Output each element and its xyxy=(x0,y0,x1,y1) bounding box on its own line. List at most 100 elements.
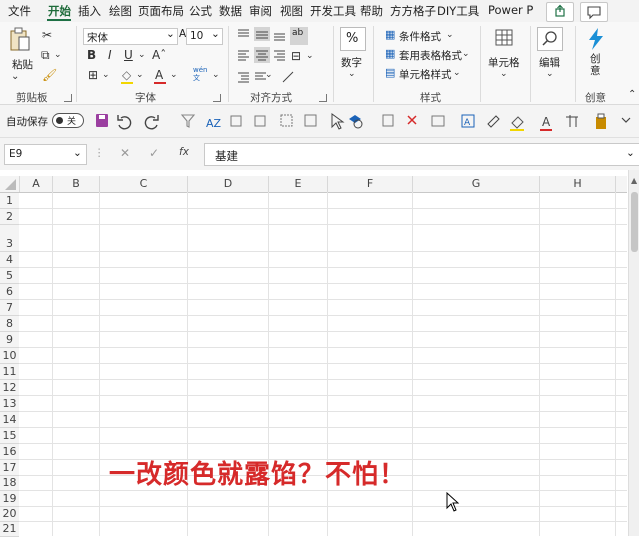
font-color-dropdown-icon[interactable]: ⌄ xyxy=(170,68,178,82)
menu-diy[interactable]: DIY工具 xyxy=(437,3,479,19)
row-header-16[interactable]: 16 xyxy=(0,444,19,460)
scrollbar-thumb[interactable] xyxy=(631,192,638,252)
cut-icon[interactable]: ✂ xyxy=(42,28,52,42)
font-name-select[interactable]: 宋体 ⌄ xyxy=(83,28,178,45)
row-header-6[interactable]: 6 xyxy=(0,284,19,300)
orientation-dropdown-icon[interactable]: ⌄ xyxy=(265,68,273,82)
menu-power[interactable]: Power P xyxy=(488,3,533,17)
border-dropdown-icon[interactable]: ⌄ xyxy=(102,68,110,82)
row-header-14[interactable]: 14 xyxy=(0,412,19,428)
cells-icon xyxy=(495,29,513,46)
comments-button[interactable] xyxy=(580,2,608,22)
column-header-h[interactable]: H xyxy=(540,176,616,192)
fill-dropdown-icon[interactable]: ⌄ xyxy=(136,68,144,82)
row-header-10[interactable]: 10 xyxy=(0,348,19,364)
vertical-scrollbar[interactable]: ▲ xyxy=(628,170,639,536)
row-header-12[interactable]: 12 xyxy=(0,380,19,396)
merge-dropdown-icon[interactable]: ⌄ xyxy=(306,49,314,63)
italic-button[interactable]: I xyxy=(108,48,112,62)
row-header-9[interactable]: 9 xyxy=(0,332,19,348)
scroll-up-icon[interactable]: ▲ xyxy=(631,176,637,185)
number-dropdown-icon[interactable]: ⌄ xyxy=(348,67,356,81)
font-color-button[interactable]: A xyxy=(155,68,163,82)
select-all-corner[interactable] xyxy=(0,176,20,192)
clipboard-launcher-icon[interactable] xyxy=(64,94,72,102)
cancel-icon[interactable]: ✕ xyxy=(120,146,130,160)
menu-home[interactable]: 开始 xyxy=(48,3,71,19)
row-header-15[interactable]: 15 xyxy=(0,428,19,444)
alignment-launcher-icon[interactable] xyxy=(319,94,327,102)
row-header-2[interactable]: 2 xyxy=(0,209,19,225)
menu-page-layout[interactable]: 页面布局 xyxy=(138,3,184,19)
menu-data[interactable]: 数据 xyxy=(219,3,242,19)
format-as-table-button[interactable]: 套用表格格式 xyxy=(399,48,462,63)
menu-draw[interactable]: 绘图 xyxy=(109,3,132,19)
font-size-select[interactable]: 10 ⌄ xyxy=(186,28,223,45)
editing-dropdown-icon[interactable]: ⌄ xyxy=(546,67,554,81)
paste-dropdown-icon[interactable]: ⌄ xyxy=(11,70,19,84)
copy-icon[interactable]: ⧉ xyxy=(41,48,50,62)
menu-ffgz[interactable]: 方方格子 xyxy=(390,3,436,19)
underline-button[interactable]: U xyxy=(124,48,133,62)
chevron-down-icon[interactable]: ⌄ xyxy=(446,28,454,42)
menu-review[interactable]: 审阅 xyxy=(249,3,272,19)
collapse-ribbon-icon[interactable]: ⌃ xyxy=(628,88,636,102)
increase-font-icon[interactable]: Aˆ xyxy=(152,48,166,62)
menu-formulas[interactable]: 公式 xyxy=(189,3,212,19)
conditional-format-button[interactable]: 条件格式 xyxy=(399,29,441,44)
column-header-g[interactable]: G xyxy=(413,176,540,192)
copy-dropdown-icon[interactable]: ⌄ xyxy=(54,48,62,62)
column-header-b[interactable]: B xyxy=(53,176,100,192)
row-header-13[interactable]: 13 xyxy=(0,396,19,412)
column-header-f[interactable]: F xyxy=(328,176,413,192)
wrap-text-button[interactable]: ab xyxy=(290,27,308,45)
row-header-19[interactable]: 19 xyxy=(0,491,19,507)
phonetic-icon[interactable]: wén 文 xyxy=(193,66,207,82)
font-launcher-icon[interactable] xyxy=(213,94,221,102)
name-box[interactable]: E9 ⌄ xyxy=(4,144,87,165)
chevron-down-icon[interactable]: ⌄ xyxy=(453,66,461,80)
column-header-extra[interactable] xyxy=(616,176,627,192)
number-format-button[interactable]: % xyxy=(340,27,366,51)
chevron-down-icon[interactable]: ⌄ xyxy=(462,47,470,61)
column-header-d[interactable]: D xyxy=(188,176,269,192)
row-header-1[interactable]: 1 xyxy=(0,193,19,209)
border-icon[interactable]: ⊞ xyxy=(88,68,98,82)
menu-file[interactable]: 文件 xyxy=(8,3,31,19)
creative-button[interactable] xyxy=(585,27,607,51)
insert-function-button[interactable]: fx xyxy=(179,146,189,158)
menu-developer[interactable]: 开发工具 xyxy=(310,3,356,19)
row-header-17[interactable]: 17 xyxy=(0,460,19,476)
format-painter-icon[interactable]: 🖌 xyxy=(42,68,57,82)
menu-insert[interactable]: 插入 xyxy=(78,3,101,19)
enter-icon[interactable]: ✓ xyxy=(149,146,159,160)
share-button[interactable] xyxy=(546,2,574,22)
bold-button[interactable]: B xyxy=(87,48,96,62)
cell-styles-button[interactable]: 单元格样式 xyxy=(399,67,452,82)
phonetic-dropdown-icon[interactable]: ⌄ xyxy=(212,68,220,82)
fill-color-icon[interactable]: ◇ xyxy=(122,68,131,82)
menu-view[interactable]: 视图 xyxy=(280,3,303,19)
row-header-4[interactable]: 4 xyxy=(0,252,19,268)
row-header-7[interactable]: 7 xyxy=(0,300,19,316)
paste-button[interactable] xyxy=(8,26,32,54)
formula-input[interactable]: 基建 ⌄ xyxy=(204,143,639,166)
autosave-toggle[interactable]: 关 xyxy=(52,113,84,128)
underline-dropdown-icon[interactable]: ⌄ xyxy=(138,48,146,62)
row-header-21[interactable]: 21 xyxy=(0,522,19,537)
row-header-18[interactable]: 18 xyxy=(0,476,19,491)
row-header-8[interactable]: 8 xyxy=(0,316,19,332)
menu-help[interactable]: 帮助 xyxy=(360,3,383,19)
row-header-3[interactable]: 3 xyxy=(0,225,19,252)
column-header-c[interactable]: C xyxy=(100,176,188,192)
merge-center-icon[interactable]: ⊟ xyxy=(291,49,301,63)
autosave-label: 自动保存 xyxy=(6,116,48,128)
row-header-5[interactable]: 5 xyxy=(0,268,19,284)
editing-button[interactable] xyxy=(537,27,563,51)
column-header-e[interactable]: E xyxy=(269,176,328,192)
column-header-a[interactable]: A xyxy=(20,176,53,192)
cells-button[interactable] xyxy=(494,28,514,48)
cells-dropdown-icon[interactable]: ⌄ xyxy=(500,67,508,81)
row-header-11[interactable]: 11 xyxy=(0,364,19,380)
row-header-20[interactable]: 20 xyxy=(0,507,19,522)
